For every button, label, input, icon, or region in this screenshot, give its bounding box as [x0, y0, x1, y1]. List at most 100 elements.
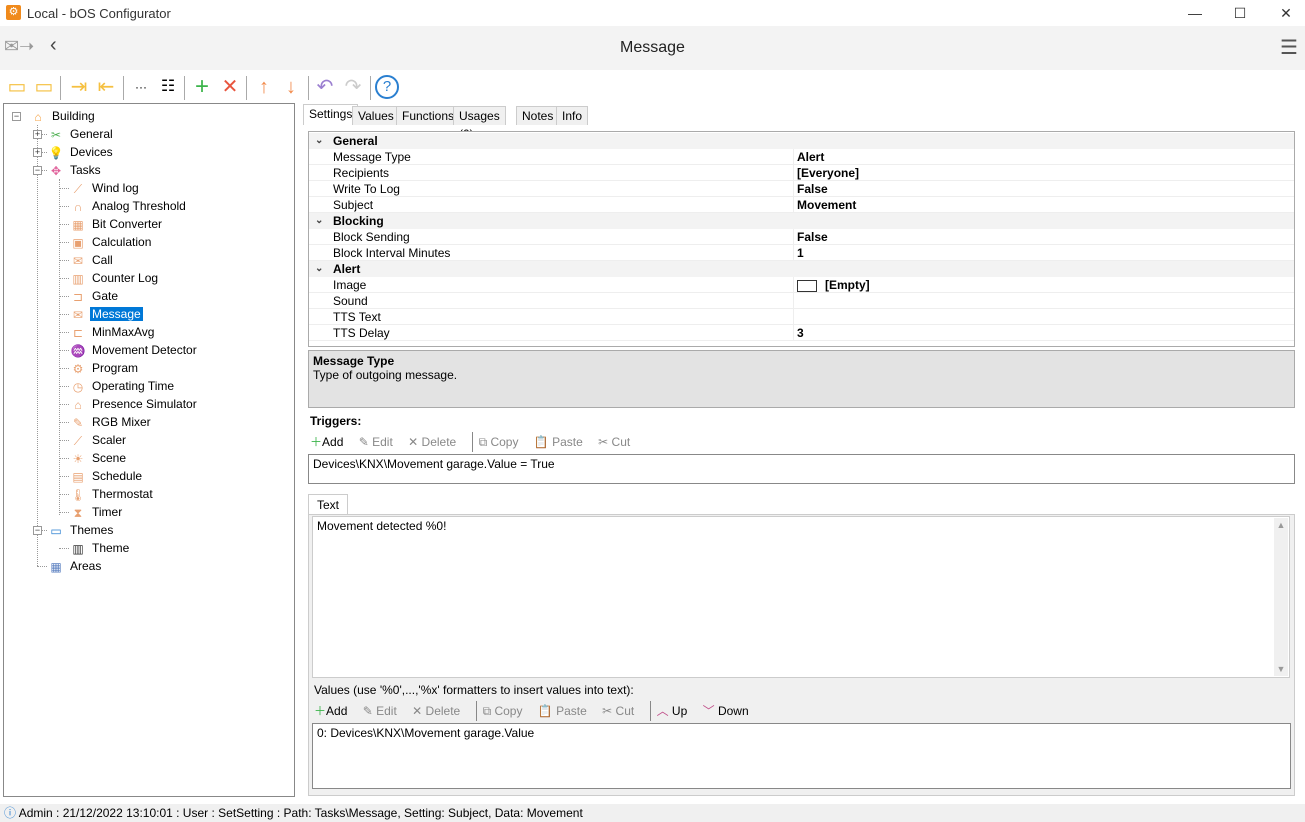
tab-usages-0[interactable]: Usages (0) — [453, 106, 506, 141]
property-tts-delay[interactable]: TTS Delay 3 — [309, 325, 1294, 341]
tree-item-counter-log[interactable]: ▥ Counter Log — [70, 269, 160, 287]
tree-item-theme[interactable]: ▥ Theme — [70, 539, 131, 557]
delete-icon[interactable]: ✕ — [217, 74, 243, 100]
chevron-down-icon[interactable]: ⌄ — [315, 133, 323, 149]
property-recipients[interactable]: Recipients [Everyone] — [309, 165, 1294, 181]
tree-item-presence-simulator[interactable]: ⌂ Presence Simulator — [70, 395, 199, 413]
category-alert[interactable]: ⌄ Alert — [309, 261, 1294, 277]
tree-item-message[interactable]: ✉ Message — [70, 305, 143, 323]
value-item[interactable]: 0: Devices\KNX\Movement garage.Value — [317, 726, 1286, 740]
property-block-sending[interactable]: Block Sending False — [309, 229, 1294, 245]
property-value[interactable]: [Empty] — [797, 277, 870, 293]
property-value[interactable]: False — [797, 181, 828, 197]
tree-item-call[interactable]: ✉ Call — [70, 251, 115, 269]
property-value[interactable]: [Everyone] — [797, 165, 859, 181]
property-image[interactable]: Image [Empty] — [309, 277, 1294, 293]
tab-text[interactable]: Text — [308, 494, 349, 515]
tree-item-scaler[interactable]: ⟋ Scaler — [70, 431, 128, 449]
move-value-up-button[interactable]: ︿ Up — [649, 701, 694, 721]
delete-trigger-button[interactable]: ✕ Delete — [408, 432, 462, 452]
edit-trigger-button[interactable]: ✎ Edit — [359, 432, 399, 452]
property-value[interactable]: 3 — [797, 325, 804, 341]
expand-toggle[interactable]: + — [33, 130, 42, 139]
tab-info[interactable]: Info — [556, 106, 589, 125]
collapse-toggle[interactable]: − — [33, 526, 42, 535]
tree-item-operating-time[interactable]: ◷ Operating Time — [70, 377, 176, 395]
tree-item-building[interactable]: ⌂ Building — [30, 107, 97, 125]
category-blocking[interactable]: ⌄ Blocking — [309, 213, 1294, 229]
property-value[interactable]: 1 — [797, 245, 804, 261]
cut-value-button[interactable]: ✂ Cut — [602, 701, 640, 721]
project-tree[interactable]: − ⌂ Building + ✂ General + 💡 Devices − ✥ Tasks ⟋ Wind… — [3, 103, 295, 797]
cut-trigger-button[interactable]: ✂ Cut — [598, 432, 636, 452]
tree-item-wind-log[interactable]: ⟋ Wind log — [70, 179, 141, 197]
add-icon[interactable]: + — [189, 74, 215, 100]
tab-values[interactable]: Values — [352, 106, 400, 125]
minimize-button[interactable]: — — [1172, 2, 1218, 24]
save-icon[interactable]: ▭ — [4, 74, 30, 100]
tree-item-general[interactable]: ✂ General — [48, 125, 115, 143]
property-write-to-log[interactable]: Write To Log False — [309, 181, 1294, 197]
move-value-down-button[interactable]: ﹀ Down — [703, 701, 755, 721]
tab-notes[interactable]: Notes — [516, 106, 560, 125]
more-icon[interactable]: ··· — [128, 74, 154, 100]
tree-item-schedule[interactable]: ▤ Schedule — [70, 467, 144, 485]
property-value[interactable]: False — [797, 229, 828, 245]
copy-trigger-button[interactable]: ⧉ Copy — [471, 432, 525, 452]
expand-toggle[interactable]: + — [33, 148, 42, 157]
add-trigger-button[interactable]: ＋Add — [310, 432, 349, 452]
tree-item-bit-converter[interactable]: ▦ Bit Converter — [70, 215, 164, 233]
hamburger-icon[interactable]: ☰ — [1280, 35, 1298, 60]
move-down-icon[interactable]: ↓ — [278, 74, 304, 100]
chevron-down-icon[interactable]: ⌄ — [315, 261, 323, 277]
paste-trigger-button[interactable]: 📋 Paste — [534, 432, 589, 452]
copy-value-button[interactable]: ⧉ Copy — [475, 701, 529, 721]
property-sound[interactable]: Sound — [309, 293, 1294, 309]
property-value[interactable]: Movement — [797, 197, 856, 213]
paste-value-button[interactable]: 📋 Paste — [538, 701, 593, 721]
tree-item-program[interactable]: ⚙ Program — [70, 359, 140, 377]
undo-icon[interactable]: ↶ — [312, 74, 338, 100]
tree-item-tasks[interactable]: ✥ Tasks — [48, 161, 103, 179]
property-tts-text[interactable]: TTS Text — [309, 309, 1294, 325]
property-subject[interactable]: Subject Movement — [309, 197, 1294, 213]
property-grid[interactable]: ⌄ General Message Type Alert Recipients [Ever… — [308, 131, 1295, 347]
tree-item-themes[interactable]: ▭ Themes — [48, 521, 115, 539]
settings-sliders-icon[interactable]: ☷ — [155, 74, 181, 100]
import-icon[interactable]: ⇥ — [66, 74, 92, 100]
category-general[interactable]: ⌄ General — [309, 133, 1294, 149]
message-text-area[interactable]: Movement detected %0! — [312, 516, 1290, 678]
tree-item-analog-threshold[interactable]: ∩ Analog Threshold — [70, 197, 188, 215]
tree-item-scene[interactable]: ☀ Scene — [70, 449, 128, 467]
collapse-toggle[interactable]: − — [12, 112, 21, 121]
chevron-down-icon[interactable]: ⌄ — [315, 213, 323, 229]
redo-icon[interactable]: ↷ — [340, 74, 366, 100]
triggers-list[interactable]: Devices\KNX\Movement garage.Value = True — [308, 454, 1295, 484]
tree-item-rgb-mixer[interactable]: ✎ RGB Mixer — [70, 413, 153, 431]
collapse-toggle[interactable]: − — [33, 166, 42, 175]
delete-value-button[interactable]: ✕ Delete — [412, 701, 466, 721]
maximize-button[interactable]: ☐ — [1217, 2, 1263, 24]
tab-functions[interactable]: Functions — [396, 106, 461, 125]
move-up-icon[interactable]: ↑ — [251, 74, 277, 100]
tree-item-thermostat[interactable]: 🌡 Thermostat — [70, 485, 155, 503]
edit-value-button[interactable]: ✎ Edit — [363, 701, 403, 721]
open-icon[interactable]: ▭ — [31, 74, 57, 100]
help-icon[interactable]: ? — [375, 75, 399, 99]
tree-item-minmaxavg[interactable]: ⊏ MinMaxAvg — [70, 323, 156, 341]
text-scrollbar[interactable]: ▲ ▼ — [1274, 518, 1288, 676]
add-value-button[interactable]: ＋Add — [314, 701, 353, 721]
property-block-interval-minutes[interactable]: Block Interval Minutes 1 — [309, 245, 1294, 261]
values-list[interactable]: 0: Devices\KNX\Movement garage.Value — [312, 723, 1291, 789]
tree-item-areas[interactable]: ▦ Areas — [48, 557, 103, 575]
property-message-type[interactable]: Message Type Alert — [309, 149, 1294, 165]
tree-item-calculation[interactable]: ▣ Calculation — [70, 233, 153, 251]
tree-item-timer[interactable]: ⧗ Timer — [70, 503, 124, 521]
tree-item-movement-detector[interactable]: ♒ Movement Detector — [70, 341, 199, 359]
export-icon[interactable]: ⇤ — [93, 74, 119, 100]
tree-item-gate[interactable]: ⊐ Gate — [70, 287, 120, 305]
tab-settings[interactable]: Settings — [303, 104, 359, 125]
trigger-item[interactable]: Devices\KNX\Movement garage.Value = True — [313, 457, 1290, 471]
close-button[interactable]: ✕ — [1263, 2, 1305, 24]
property-value[interactable]: Alert — [797, 149, 824, 165]
